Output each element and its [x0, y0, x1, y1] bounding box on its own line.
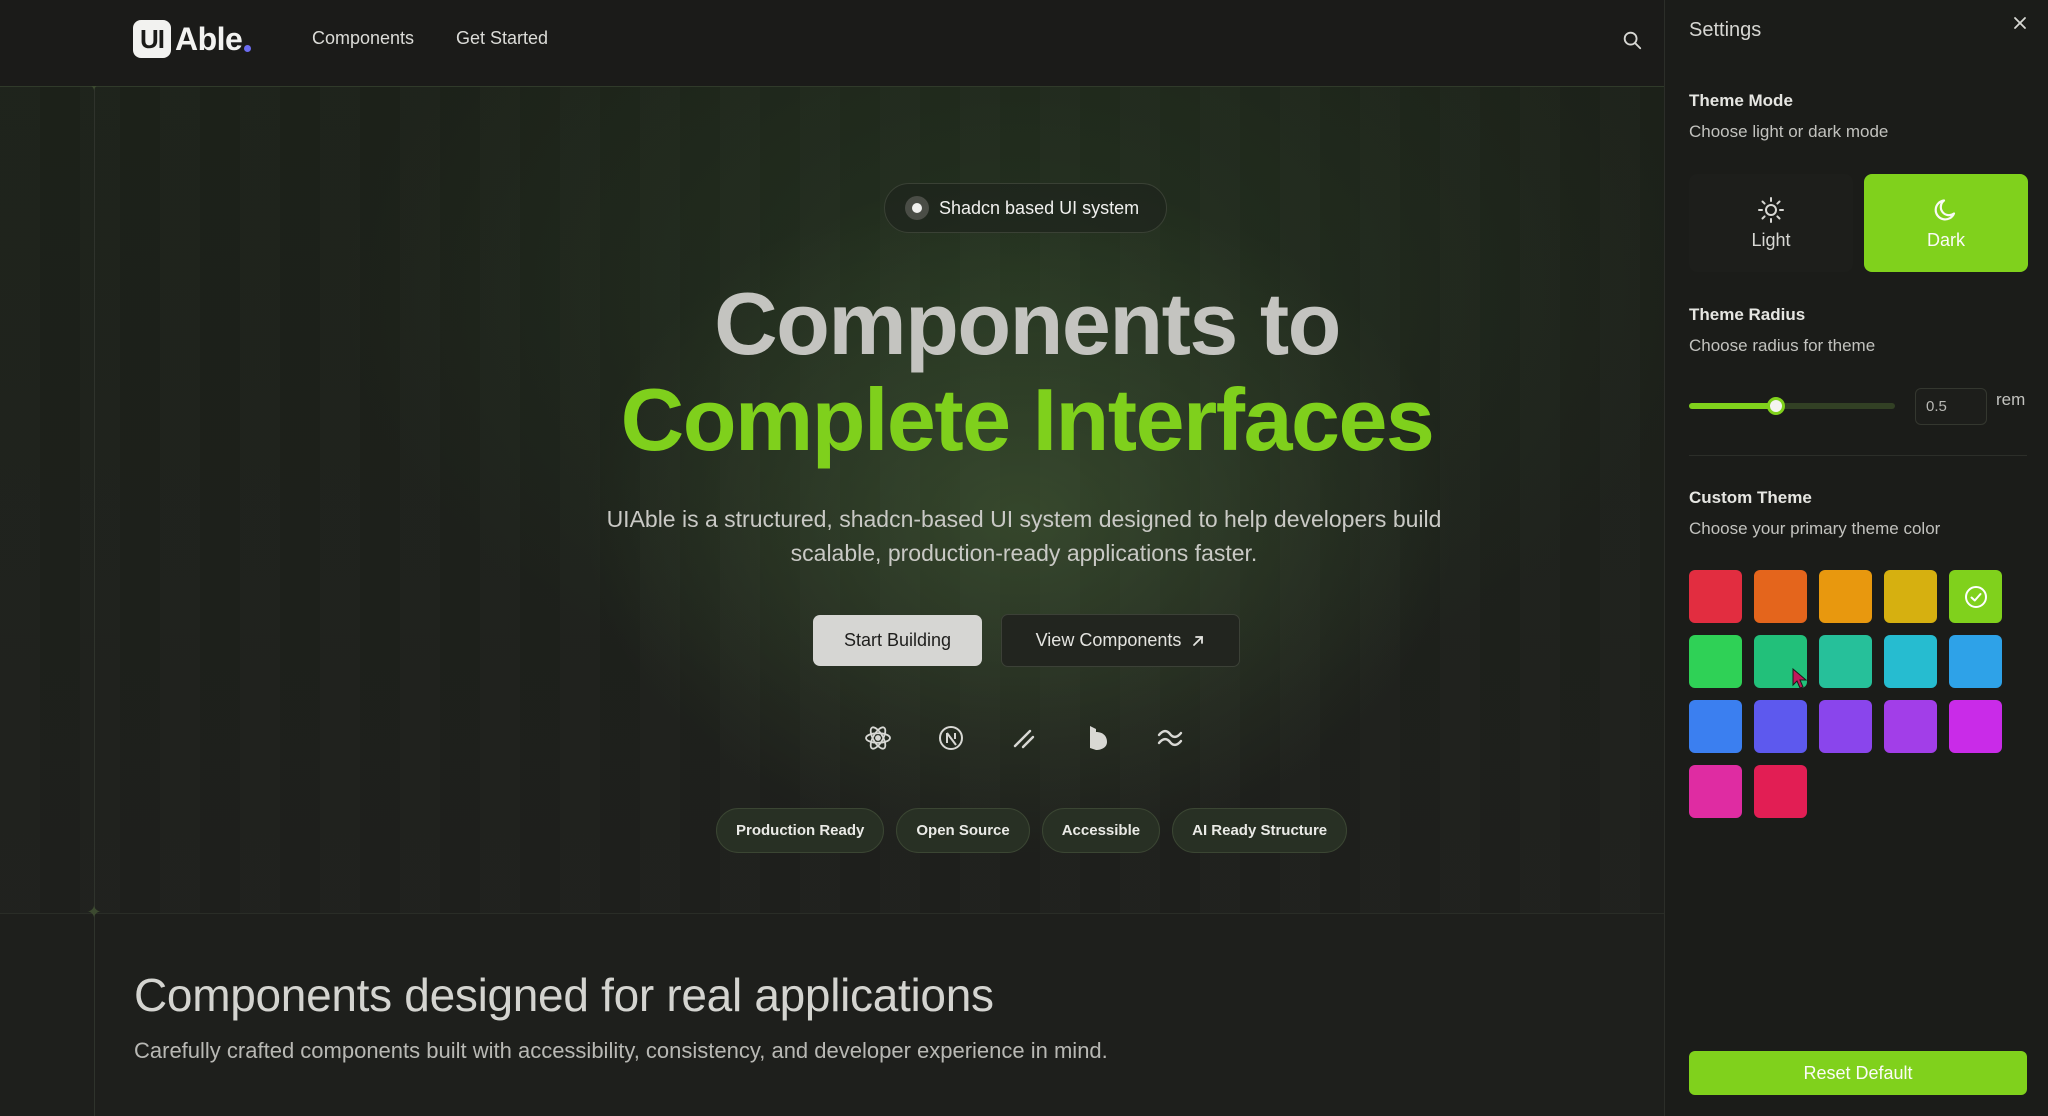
plus-marker-icon: ✦ — [86, 902, 102, 923]
dark-mode-label: Dark — [1926, 229, 1965, 250]
view-components-label: View Components — [1035, 630, 1182, 650]
hero-description: UIAble is a structured, shadcn-based UI … — [606, 506, 1442, 566]
sun-icon — [1758, 196, 1784, 223]
nav-link-get-started[interactable]: Get Started — [456, 28, 548, 49]
search-icon[interactable] — [1621, 29, 1643, 51]
grid-line-top — [0, 86, 1664, 87]
grid-line-bottom — [0, 913, 1664, 914]
color-swatch-grid — [1689, 570, 2029, 818]
color-swatch-2[interactable] — [1754, 570, 1807, 623]
tailwind-icon — [1157, 729, 1183, 747]
logo[interactable]: UI Able — [133, 20, 252, 58]
bootstrap-icon — [1090, 726, 1107, 750]
color-swatch-9[interactable] — [1884, 635, 1937, 688]
radius-slider-fill — [1689, 403, 1776, 409]
nextjs-icon — [939, 726, 963, 750]
section-title: Components designed for real application… — [134, 969, 994, 1021]
radius-slider-thumb[interactable] — [1766, 397, 1785, 415]
logo-text: Able — [175, 20, 243, 57]
arrow-up-right-icon — [1193, 635, 1204, 646]
color-swatch-5[interactable] — [1949, 570, 2002, 623]
theme-mode-heading: Theme Mode — [1689, 91, 1793, 110]
pill-dot-icon — [905, 196, 929, 220]
hero-pill: Shadcn based UI system — [884, 183, 1167, 233]
custom-theme-heading: Custom Theme — [1689, 488, 1812, 507]
badge-production-ready: Production Ready — [716, 808, 885, 853]
color-swatch-6[interactable] — [1689, 635, 1742, 688]
color-swatch-17[interactable] — [1754, 765, 1807, 818]
radius-slider[interactable] — [1689, 397, 1895, 415]
start-building-button[interactable]: Start Building — [813, 615, 982, 666]
color-swatch-15[interactable] — [1949, 700, 2002, 753]
settings-divider — [1689, 455, 2027, 456]
tech-icons-row — [862, 722, 1186, 754]
color-swatch-3[interactable] — [1819, 570, 1872, 623]
grid-line-vertical — [94, 0, 95, 1116]
check-circle-icon — [1964, 585, 1987, 608]
react-icon — [865, 726, 891, 750]
close-icon[interactable] — [2011, 14, 2029, 32]
main-page: ✦ ✦ UI Able Components Get Started Shadc… — [0, 0, 1664, 1116]
light-mode-label: Light — [1751, 229, 1791, 250]
color-swatch-4[interactable] — [1884, 570, 1937, 623]
badge-ai-ready-structure: AI Ready Structure — [1172, 808, 1348, 853]
view-components-button[interactable]: View Components — [1001, 614, 1240, 667]
theme-mode-subtitle: Choose light or dark mode — [1689, 122, 1889, 141]
dark-mode-button[interactable]: Dark — [1864, 174, 2028, 272]
moon-icon — [1934, 198, 1956, 220]
theme-radius-subtitle: Choose radius for theme — [1689, 336, 1876, 355]
reset-default-button[interactable]: Reset Default — [1689, 1051, 2027, 1095]
hero-background — [0, 87, 1664, 914]
badge-accessible: Accessible — [1041, 808, 1161, 853]
top-navbar: UI Able Components Get Started — [0, 0, 1664, 86]
custom-theme-subtitle: Choose your primary theme color — [1689, 519, 1941, 538]
pill-text: Shadcn based UI system — [939, 197, 1140, 218]
color-swatch-1[interactable] — [1689, 570, 1742, 623]
settings-panel: Settings Theme Mode Choose light or dark… — [1664, 0, 2048, 1116]
color-swatch-12[interactable] — [1754, 700, 1807, 753]
color-swatch-13[interactable] — [1819, 700, 1872, 753]
shadcn-icon — [1013, 729, 1035, 749]
logo-mark: UI — [133, 20, 171, 58]
color-swatch-11[interactable] — [1689, 700, 1742, 753]
hero-title-line1: Components to — [714, 274, 1341, 373]
color-swatch-8[interactable] — [1819, 635, 1872, 688]
nav-link-components[interactable]: Components — [312, 28, 414, 49]
color-swatch-10[interactable] — [1949, 635, 2002, 688]
radius-unit-label: rem — [1996, 390, 2026, 409]
theme-radius-heading: Theme Radius — [1689, 305, 1806, 324]
color-swatch-14[interactable] — [1884, 700, 1937, 753]
color-swatch-16[interactable] — [1689, 765, 1742, 818]
settings-title: Settings — [1689, 19, 1762, 41]
mouse-cursor-icon — [1792, 668, 1808, 689]
light-mode-button[interactable]: Light — [1689, 174, 1853, 272]
section-subtitle: Carefully crafted components built with … — [134, 1038, 1108, 1063]
hero-title-line2: Complete Interfaces — [620, 370, 1435, 469]
radius-value-input[interactable]: 0.5 — [1915, 388, 1987, 425]
feature-badges: Production Ready Open Source Accessible … — [716, 808, 1348, 853]
badge-open-source: Open Source — [896, 808, 1030, 853]
logo-dot — [244, 44, 252, 52]
